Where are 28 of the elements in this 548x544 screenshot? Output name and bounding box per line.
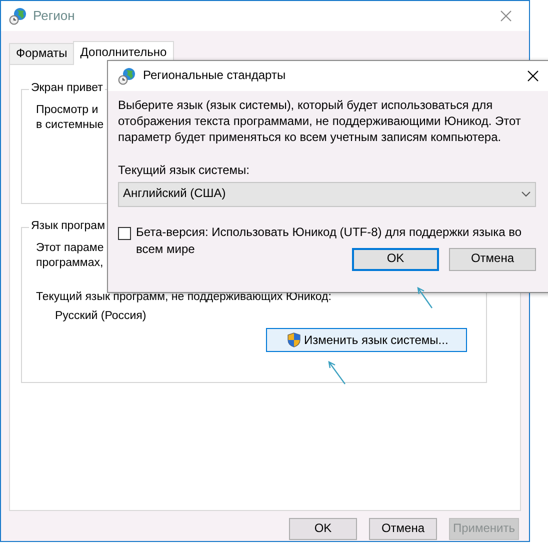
description-text: Просмотр и <box>36 104 98 116</box>
shield-icon <box>287 332 301 348</box>
change-language-button[interactable]: Изменить язык системы... <box>266 328 468 352</box>
dialog-button[interactable]: OK <box>289 518 357 540</box>
description-text: в системные <box>36 118 104 131</box>
group-title: Экран привет <box>29 80 105 96</box>
pointer-arrow <box>328 360 346 385</box>
description-text: Выберите язык (язык системы), который будет использоваться для отображения текста программами, не поддерживающими Юникод. Этот параметр будет применяться ко всем учетным записям компьютера. <box>118 97 522 145</box>
globe-clock-icon <box>9 7 27 25</box>
globe-clock-icon <box>118 67 136 85</box>
window-title: Регион <box>33 8 75 24</box>
caret-icon <box>521 191 531 198</box>
dialog-title: Региональные стандарты <box>143 68 286 84</box>
close-icon <box>500 10 512 22</box>
tab[interactable]: Форматы <box>9 43 74 64</box>
checkbox[interactable] <box>118 226 131 240</box>
dialog-button[interactable]: Отмена <box>369 518 437 540</box>
dialog-button[interactable]: Отмена <box>449 248 536 271</box>
dialog-button[interactable]: OK <box>352 248 439 271</box>
field-label: Текущий язык системы: <box>118 163 250 177</box>
description-text: Этот параме <box>36 242 104 254</box>
language-select[interactable]: Английский (США) <box>118 182 536 207</box>
description-text: программах, <box>36 256 104 269</box>
close-icon <box>527 70 539 82</box>
group-title: Язык програм <box>29 218 107 234</box>
current-language: Русский (Россия) <box>55 310 146 322</box>
field-label: Текущий язык программ, не поддерживающих Юникод: <box>36 291 332 304</box>
pointer-arrow <box>417 286 433 309</box>
